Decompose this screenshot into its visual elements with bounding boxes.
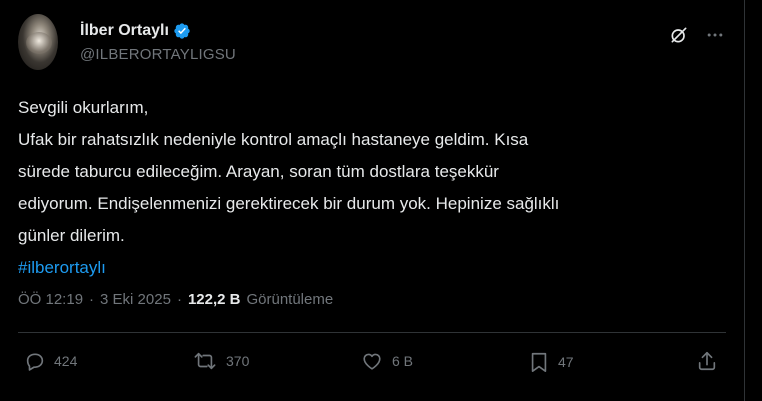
share-icon (696, 350, 718, 372)
repost-icon (192, 350, 218, 372)
author-display-name[interactable]: İlber Ortaylı (80, 22, 169, 40)
name-row: İlber Ortaylı (80, 22, 236, 40)
tweet-header: İlber Ortaylı @ILBERORTAYLIGSU (18, 14, 726, 74)
tweet-line: Ufak bir rahatsızlık nedeniyle kontrol a… (18, 130, 529, 149)
tweet-line: sürede taburcu edileceğim. Arayan, soran… (18, 162, 499, 181)
header-actions (668, 24, 726, 46)
action-bar: 424 370 6 B 47 (24, 350, 722, 376)
reply-count: 424 (54, 353, 78, 369)
avatar[interactable] (18, 14, 58, 70)
bookmark-count: 47 (558, 354, 574, 370)
tweet-line: ediyorum. Endişelenmenizi gerektirecek b… (18, 194, 560, 213)
reply-button[interactable]: 424 (24, 350, 77, 372)
like-icon (360, 350, 384, 372)
views-count[interactable]: 122,2 B (188, 291, 241, 308)
meta-separator: · (89, 291, 95, 308)
share-button[interactable] (696, 350, 718, 372)
tweet-time[interactable]: ÖÖ 12:19 (18, 291, 83, 308)
meta-separator: · (176, 291, 182, 308)
more-options-icon[interactable] (704, 24, 726, 46)
hashtag-link[interactable]: #ilberortaylı (18, 252, 722, 284)
bookmark-button[interactable]: 47 (528, 350, 574, 374)
author-handle[interactable]: @ILBERORTAYLIGSU (80, 46, 236, 63)
tweet-meta: ÖÖ 12:19 · 3 Eki 2025 · 122,2 B Görüntül… (18, 291, 333, 308)
verified-badge-icon (173, 22, 191, 40)
avatar-face (26, 32, 52, 54)
grok-icon[interactable] (668, 24, 690, 46)
repost-button[interactable]: 370 (192, 350, 249, 372)
tweet-date[interactable]: 3 Eki 2025 (100, 291, 171, 308)
divider (18, 332, 726, 333)
like-count: 6 B (392, 353, 414, 369)
reply-icon (24, 350, 46, 372)
like-button[interactable]: 6 B (360, 350, 413, 372)
bookmark-icon (528, 350, 550, 374)
tweet-card: İlber Ortaylı @ILBERORTAYLIGSU Sevgili o… (0, 0, 745, 401)
tweet-line: Sevgili okurlarım, (18, 98, 149, 117)
repost-count: 370 (226, 353, 250, 369)
tweet-text: Sevgili okurlarım, Ufak bir rahatsızlık … (18, 92, 722, 284)
author-info: İlber Ortaylı @ILBERORTAYLIGSU (80, 22, 236, 63)
tweet-line: günler dilerim. (18, 226, 125, 245)
views-label[interactable]: Görüntüleme (246, 291, 333, 308)
